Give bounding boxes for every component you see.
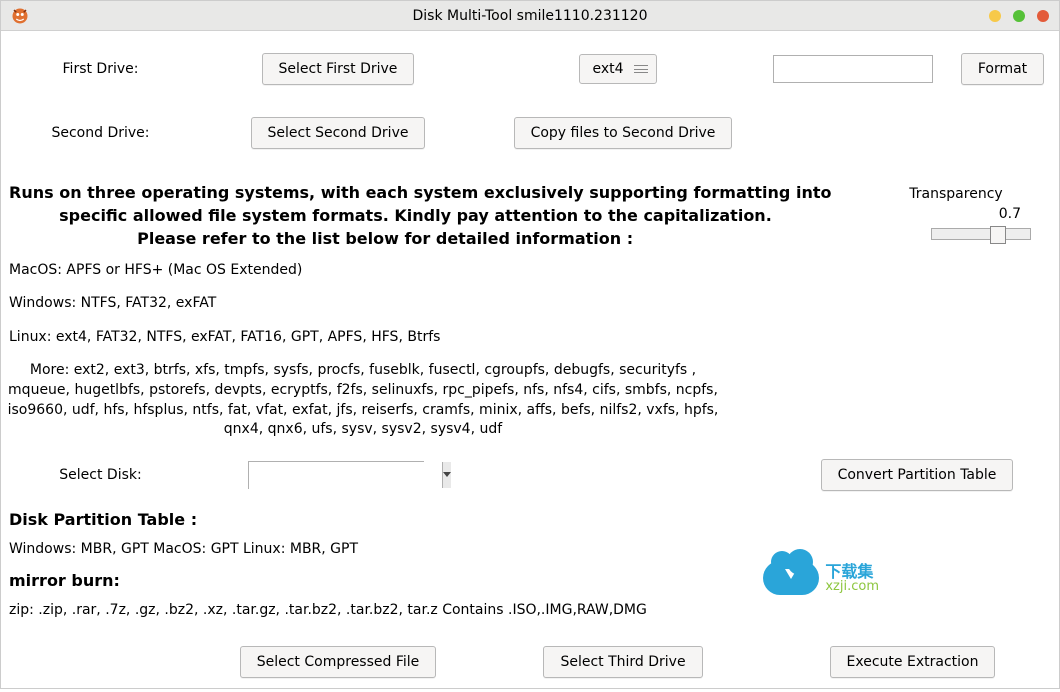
app-window: Disk Multi-Tool smile1110.231120 First D…	[0, 0, 1060, 689]
os-macos-line: MacOS: APFS or HFS+ (Mac OS Extended)	[9, 261, 1051, 281]
bottom-actions-row: Select Compressed File Select Third Driv…	[3, 638, 1057, 686]
app-icon	[11, 7, 29, 25]
select-disk-label: Select Disk:	[3, 467, 198, 483]
transparency-value: 0.7	[871, 206, 1041, 222]
format-button[interactable]: Format	[961, 53, 1044, 85]
intro-line-1: Runs on three operating systems, with ea…	[9, 181, 709, 204]
intro-line-2: specific allowed file system formats. Ki…	[9, 204, 709, 227]
select-compressed-file-button[interactable]: Select Compressed File	[240, 646, 437, 678]
transparency-slider[interactable]	[871, 228, 1041, 240]
maximize-icon[interactable]	[1013, 10, 1025, 22]
first-drive-path-input[interactable]	[773, 55, 933, 83]
titlebar: Disk Multi-Tool smile1110.231120	[1, 1, 1059, 31]
intro-line-3: Please refer to the list below for detai…	[9, 227, 709, 250]
mirror-burn-detail: zip: .zip, .rar, .7z, .gz, .bz2, .xz, .t…	[3, 596, 1057, 618]
filesystem-dropdown[interactable]: ext4	[579, 54, 656, 84]
copy-to-second-drive-button[interactable]: Copy files to Second Drive	[514, 117, 733, 149]
filesystem-selected: ext4	[592, 61, 623, 77]
transparency-panel: Transparency 0.7	[871, 186, 1041, 240]
first-drive-row: First Drive: Select First Drive ext4 For…	[3, 37, 1057, 101]
convert-partition-table-button[interactable]: Convert Partition Table	[821, 459, 1014, 491]
mirror-burn-header: mirror burn:	[3, 557, 1057, 596]
cloud-download-icon	[763, 561, 819, 595]
slider-thumb[interactable]	[990, 226, 1006, 244]
combo-dropdown-icon[interactable]	[442, 462, 451, 488]
second-drive-row: Second Drive: Select Second Drive Copy f…	[3, 101, 1057, 165]
os-linux-line: Linux: ext4, FAT32, NTFS, exFAT, FAT16, …	[9, 328, 1051, 348]
more-filesystems-text: More: ext2, ext3, btrfs, xfs, tmpfs, sys…	[3, 361, 723, 439]
select-first-drive-button[interactable]: Select First Drive	[262, 53, 415, 85]
os-windows-line: Windows: NTFS, FAT32, exFAT	[9, 294, 1051, 314]
partition-table-header: Disk Partition Table :	[3, 500, 1057, 535]
slider-track	[931, 228, 1031, 240]
execute-extraction-button[interactable]: Execute Extraction	[830, 646, 996, 678]
first-drive-label: First Drive:	[3, 61, 198, 77]
select-second-drive-button[interactable]: Select Second Drive	[251, 117, 426, 149]
watermark-text-2: xzji.com	[825, 580, 879, 593]
select-disk-combo[interactable]	[248, 461, 424, 489]
window-controls	[989, 10, 1049, 22]
second-drive-label: Second Drive:	[3, 125, 198, 141]
select-disk-row: Select Disk: Convert Partition Table	[3, 450, 1057, 500]
transparency-label: Transparency	[871, 186, 1041, 202]
watermark-logo: 下载集 xzji.com	[763, 561, 879, 595]
os-support-list: MacOS: APFS or HFS+ (Mac OS Extended) Wi…	[3, 251, 1057, 348]
close-icon[interactable]	[1037, 10, 1049, 22]
partition-table-detail: Windows: MBR, GPT MacOS: GPT Linux: MBR,…	[3, 535, 1057, 557]
select-disk-input[interactable]	[249, 462, 442, 490]
dropdown-knob-icon	[634, 65, 648, 73]
window-title: Disk Multi-Tool smile1110.231120	[1, 8, 1059, 24]
select-third-drive-button[interactable]: Select Third Drive	[543, 646, 702, 678]
watermark-text-1: 下载集	[825, 564, 879, 580]
minimize-icon[interactable]	[989, 10, 1001, 22]
content-area: First Drive: Select First Drive ext4 For…	[1, 31, 1059, 692]
